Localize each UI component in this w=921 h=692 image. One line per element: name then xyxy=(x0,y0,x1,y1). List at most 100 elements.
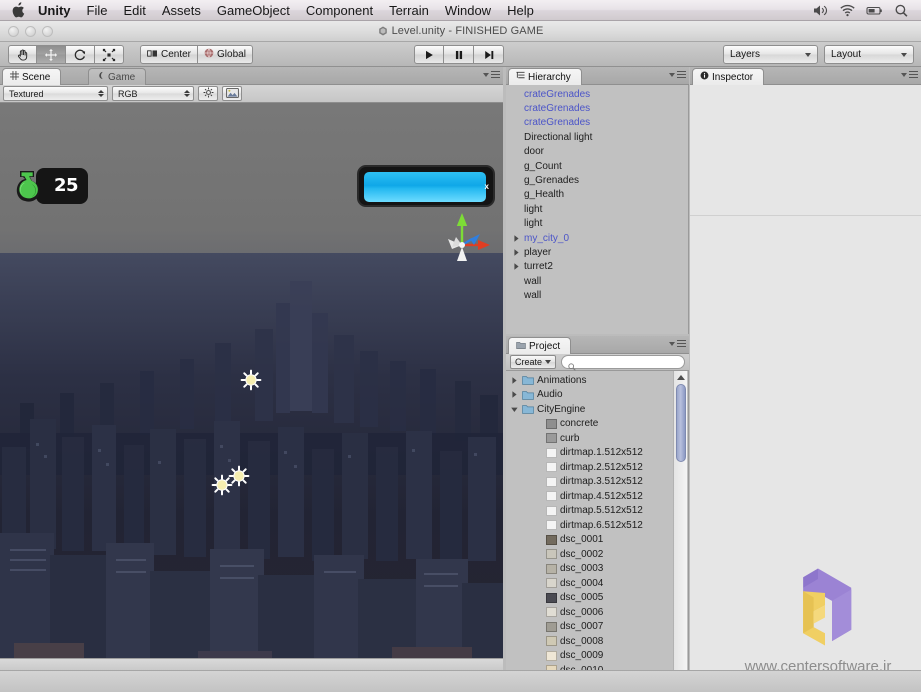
project-item[interactable]: concrete xyxy=(506,417,688,432)
space-mode-button[interactable]: Global xyxy=(198,45,253,64)
apple-logo-icon[interactable] xyxy=(11,2,25,18)
pause-button[interactable] xyxy=(444,45,474,64)
tab-game[interactable]: Game xyxy=(88,68,147,85)
macmenu-item-terrain[interactable]: Terrain xyxy=(381,0,437,21)
scene-panel-menu[interactable] xyxy=(483,71,500,78)
layout-dropdown[interactable]: Layout xyxy=(824,45,914,64)
project-item[interactable]: Audio xyxy=(506,388,688,403)
project-item[interactable]: dsc_0006 xyxy=(506,605,688,620)
zoom-button[interactable] xyxy=(42,26,53,37)
macmenu-item-assets[interactable]: Assets xyxy=(154,0,209,21)
hierarchy-item[interactable]: g_Count xyxy=(506,159,688,173)
minimize-button[interactable] xyxy=(25,26,36,37)
project-scrollbar[interactable] xyxy=(673,371,687,691)
unity-logo-icon xyxy=(378,26,388,36)
wifi-icon[interactable] xyxy=(839,3,856,18)
hierarchy-item[interactable]: light xyxy=(506,202,688,216)
play-button[interactable] xyxy=(414,45,444,64)
pivot-mode-button[interactable]: Center xyxy=(140,45,199,64)
project-item[interactable]: dsc_0008 xyxy=(506,634,688,649)
layers-dropdown[interactable]: Layers xyxy=(723,45,818,64)
macmenu-item-file[interactable]: File xyxy=(79,0,116,21)
hierarchy-item[interactable]: wall xyxy=(506,288,688,302)
project-search-input[interactable] xyxy=(579,357,678,367)
project-item[interactable]: dirtmap.2.512x512 xyxy=(506,460,688,475)
scene-lighting-toggle[interactable] xyxy=(198,86,218,101)
macmenu-item-unity[interactable]: Unity xyxy=(30,0,79,21)
macmenu-item-component[interactable]: Component xyxy=(298,0,381,21)
project-item[interactable]: dsc_0001 xyxy=(506,533,688,548)
hierarchy-item[interactable]: wall xyxy=(506,274,688,288)
project-item-label: dirtmap.2.512x512 xyxy=(560,461,643,473)
close-button[interactable] xyxy=(8,26,19,37)
project-item[interactable]: dsc_0005 xyxy=(506,591,688,606)
collapse-arrow-icon[interactable] xyxy=(510,405,519,414)
move-gizmo[interactable] xyxy=(432,211,492,271)
spotlight-search-icon[interactable] xyxy=(893,3,910,18)
project-browser[interactable]: Animations Audio CityEngine concrete curb dir… xyxy=(506,371,689,691)
hierarchy-item[interactable]: crateGrenades xyxy=(506,87,688,101)
move-tool[interactable] xyxy=(37,45,66,64)
tab-project[interactable]: Project xyxy=(508,337,572,354)
expand-arrow-icon[interactable] xyxy=(512,248,521,257)
project-tab-row: Project xyxy=(506,336,689,354)
macmenu-item-window[interactable]: Window xyxy=(437,0,499,21)
hierarchy-item[interactable]: turret2 xyxy=(506,260,688,274)
scene-viewport[interactable]: 25 x xyxy=(0,103,503,691)
hierarchy-item[interactable]: door xyxy=(506,145,688,159)
expand-arrow-icon[interactable] xyxy=(510,376,519,385)
project-item[interactable]: dsc_0009 xyxy=(506,649,688,664)
macmenu-item-gameobject[interactable]: GameObject xyxy=(209,0,298,21)
light-gizmo[interactable] xyxy=(240,369,262,391)
project-item[interactable]: CityEngine xyxy=(506,402,688,417)
project-search-box[interactable] xyxy=(561,355,685,371)
macmenu-item-help[interactable]: Help xyxy=(499,0,542,21)
hierarchy-panel-menu[interactable] xyxy=(669,71,686,78)
inspector-panel-menu[interactable] xyxy=(901,71,918,78)
color-mode-dropdown[interactable]: RGB xyxy=(112,86,194,101)
project-panel-menu[interactable] xyxy=(669,340,686,347)
expand-arrow-icon[interactable] xyxy=(512,234,521,243)
battery-icon[interactable] xyxy=(866,3,883,18)
project-item[interactable]: dirtmap.6.512x512 xyxy=(506,518,688,533)
create-button[interactable]: Create xyxy=(510,355,557,369)
hierarchy-item[interactable]: crateGrenades xyxy=(506,101,688,115)
expand-arrow-icon[interactable] xyxy=(510,390,519,399)
step-button[interactable] xyxy=(474,45,504,64)
project-item[interactable]: dirtmap.3.512x512 xyxy=(506,475,688,490)
project-item[interactable]: dsc_0004 xyxy=(506,576,688,591)
tab-scene[interactable]: Scene xyxy=(2,68,62,85)
tab-inspector[interactable]: Inspector xyxy=(692,68,765,85)
rotate-tool[interactable] xyxy=(66,45,95,64)
hierarchy-item-label: light xyxy=(524,218,543,230)
tab-hierarchy[interactable]: Hierarchy xyxy=(508,68,582,85)
light-gizmo[interactable] xyxy=(228,465,250,487)
hierarchy-item[interactable]: Directional light xyxy=(506,130,688,144)
project-item[interactable]: dsc_0002 xyxy=(506,547,688,562)
hierarchy-item[interactable]: g_Health xyxy=(506,188,688,202)
hierarchy-item[interactable]: g_Grenades xyxy=(506,173,688,187)
hierarchy-item[interactable]: my_city_0 xyxy=(506,231,688,245)
project-item[interactable]: curb xyxy=(506,431,688,446)
expand-arrow-icon[interactable] xyxy=(512,262,521,271)
project-item[interactable]: dirtmap.4.512x512 xyxy=(506,489,688,504)
hierarchy-item[interactable]: player xyxy=(506,245,688,259)
project-item[interactable]: dsc_0003 xyxy=(506,562,688,577)
scale-tool[interactable] xyxy=(95,45,124,64)
hierarchy-item-label: wall xyxy=(524,275,542,287)
hierarchy-item[interactable]: crateGrenades xyxy=(506,116,688,130)
project-item[interactable]: dsc_0007 xyxy=(506,620,688,635)
project-item[interactable]: dirtmap.5.512x512 xyxy=(506,504,688,519)
volume-icon[interactable] xyxy=(812,3,829,18)
project-item[interactable]: Animations xyxy=(506,373,688,388)
hierarchy-item-label: crateGrenades xyxy=(524,117,591,129)
scene-fx-toggle[interactable] xyxy=(222,86,242,101)
scrollbar-thumb[interactable] xyxy=(676,384,686,462)
hierarchy-item[interactable]: light xyxy=(506,217,688,231)
hand-tool[interactable] xyxy=(8,45,37,64)
scroll-up-arrow-icon[interactable] xyxy=(677,375,685,380)
draw-mode-dropdown[interactable]: Textured xyxy=(3,86,108,101)
hierarchy-list[interactable]: crateGrenades crateGrenades crateGrenades D… xyxy=(506,85,689,334)
project-item[interactable]: dirtmap.1.512x512 xyxy=(506,446,688,461)
macmenu-item-edit[interactable]: Edit xyxy=(115,0,153,21)
